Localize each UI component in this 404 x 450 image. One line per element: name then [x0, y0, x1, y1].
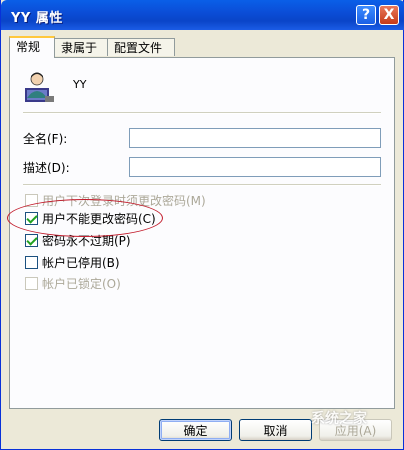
description-input[interactable]: [129, 157, 381, 177]
tab-member-of[interactable]: 隶属于: [54, 38, 108, 56]
user-name: YY: [73, 78, 87, 91]
tab-general[interactable]: 常规: [9, 36, 55, 58]
help-icon: ?: [361, 7, 371, 23]
description-label: 描述(D):: [23, 161, 70, 175]
separator: [23, 112, 381, 114]
fullname-label: 全名(F):: [23, 132, 68, 146]
close-icon: X: [383, 7, 395, 23]
window-title: YY 属性: [11, 11, 63, 26]
watermark-logo: 系统之家: [311, 411, 367, 427]
highlight-annotation: [7, 199, 163, 237]
checkbox-box[interactable]: [25, 233, 38, 247]
separator: [23, 184, 381, 186]
checkbox-box[interactable]: [25, 255, 38, 269]
title-bar[interactable]: YY 属性 ? X: [1, 0, 404, 30]
help-button[interactable]: ?: [356, 5, 376, 25]
ok-button[interactable]: 确定: [159, 419, 232, 441]
cancel-button[interactable]: 取消: [239, 419, 312, 441]
account-disabled-checkbox[interactable]: 帐户已停用(B): [25, 254, 120, 270]
fullname-input[interactable]: [129, 128, 381, 148]
account-locked-checkbox[interactable]: 帐户已锁定(O): [25, 275, 121, 291]
user-icon: [25, 72, 54, 102]
checkbox-box[interactable]: [25, 276, 38, 290]
tab-profile[interactable]: 配置文件: [107, 38, 175, 56]
checkbox-label: 帐户已锁定(O): [42, 276, 121, 291]
properties-window: YY 属性 ? X 常规 隶属于 配置文件 YY 全名(F): 描述(D): 用…: [0, 0, 404, 450]
checkbox-label: 帐户已停用(B): [42, 255, 120, 270]
close-button[interactable]: X: [379, 5, 399, 25]
